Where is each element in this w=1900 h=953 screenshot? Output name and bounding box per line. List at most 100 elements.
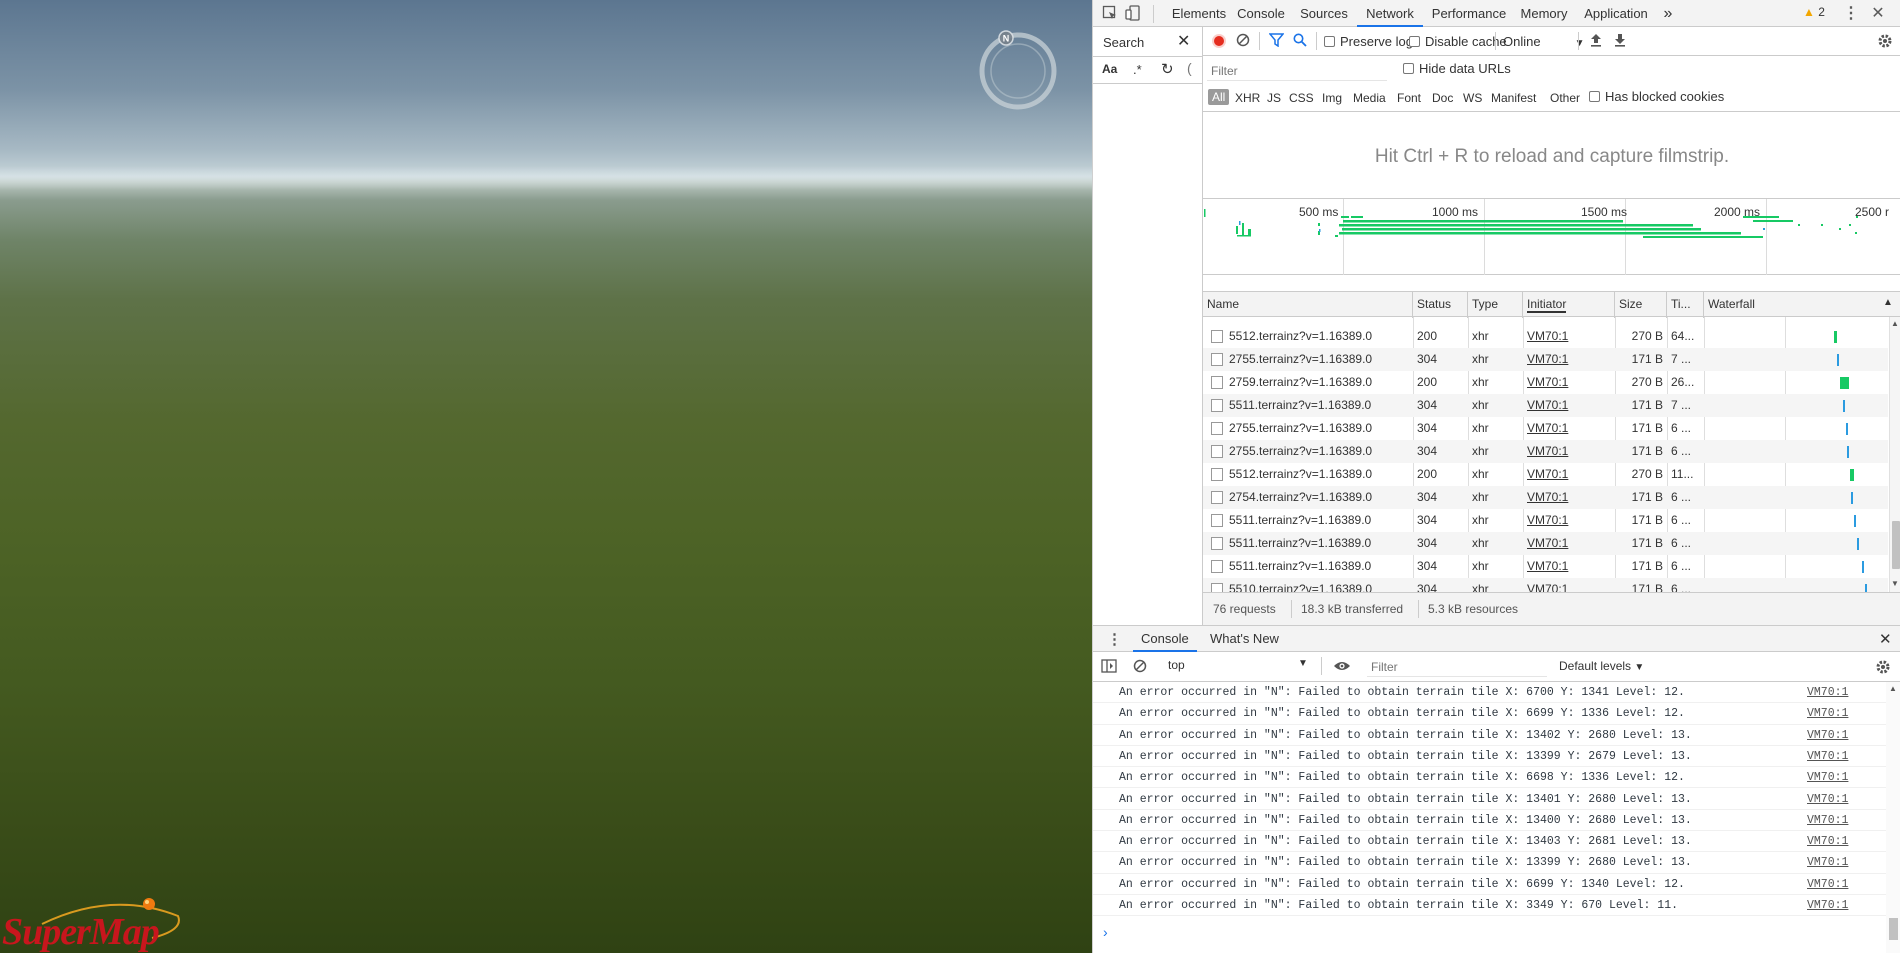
request-initiator-link[interactable]: VM70:1 [1523,555,1615,578]
table-row[interactable]: 2755.terrainz?v=1.16389.0 304 xhr VM70:1 171… [1203,417,1888,440]
request-initiator-link[interactable]: VM70:1 [1523,325,1615,348]
tab-performance[interactable]: Performance [1427,0,1511,27]
column-header-status[interactable]: Status [1413,292,1468,318]
column-header-time[interactable]: Ti... [1667,292,1704,318]
column-header-initiator[interactable]: Initiator [1523,292,1615,318]
hide-data-urls-checkbox[interactable]: Hide data URLs [1403,61,1511,76]
has-blocked-cookies-checkbox[interactable]: Has blocked cookies [1589,89,1724,104]
live-expression-eye-icon[interactable] [1333,659,1351,676]
request-initiator-link[interactable]: VM70:1 [1523,486,1615,509]
export-har-icon[interactable] [1614,33,1626,50]
device-toolbar-icon[interactable] [1124,5,1142,23]
clear-icon[interactable] [1236,33,1250,50]
console-source-link[interactable]: VM70:1 [1807,767,1848,788]
type-filter-other[interactable]: Other [1550,91,1580,105]
table-row[interactable]: 2755.terrainz?v=1.16389.0 304 xhr VM70:1 171… [1203,440,1888,463]
record-button[interactable] [1212,34,1226,48]
tab-console[interactable]: Console [1233,0,1289,27]
console-source-link[interactable]: VM70:1 [1807,746,1848,767]
table-row[interactable]: 5512.terrainz?v=1.16389.0 200 xhr VM70:1 270… [1203,325,1888,348]
tab-network[interactable]: Network [1357,0,1423,27]
table-row[interactable]: 2755.terrainz?v=1.16389.0 304 xhr VM70:1 171… [1203,348,1888,371]
javascript-context-select[interactable]: top ▼ [1168,658,1308,672]
console-message[interactable]: An error occurred in "N": Failed to obta… [1093,874,1888,895]
scroll-down-icon[interactable]: ▼ [1891,579,1899,588]
table-row[interactable]: 5511.terrainz?v=1.16389.0 304 xhr VM70:1 171… [1203,532,1888,555]
drawer-menu-icon[interactable]: ⋮ [1107,630,1122,648]
request-initiator-link[interactable]: VM70:1 [1523,532,1615,555]
requests-scroll-thumb[interactable] [1892,521,1900,569]
tab-elements[interactable]: Elements [1169,0,1229,27]
console-settings-gear-icon[interactable] [1875,659,1891,678]
table-row[interactable]: 5512.terrainz?v=1.16389.0 200 xhr VM70:1 270… [1203,463,1888,486]
tab-application[interactable]: Application [1577,0,1655,27]
regex-toggle[interactable]: .* [1133,62,1142,77]
console-source-link[interactable]: VM70:1 [1807,682,1848,703]
request-initiator-link[interactable]: VM70:1 [1523,394,1615,417]
column-header-size[interactable]: Size [1615,292,1667,318]
type-filter-ws[interactable]: WS [1463,91,1482,105]
console-message[interactable]: An error occurred in "N": Failed to obta… [1093,895,1888,917]
network-filter-input[interactable] [1207,61,1387,81]
network-overview-timeline[interactable]: 500 ms 1000 ms 1500 ms 2000 ms 2500 r [1203,199,1900,275]
type-filter-manifest[interactable]: Manifest [1491,91,1536,105]
close-search-icon[interactable]: ✕ [1177,31,1190,51]
kebab-menu-icon[interactable]: ⋮ [1842,5,1860,23]
request-initiator-link[interactable]: VM70:1 [1523,371,1615,394]
type-filter-css[interactable]: CSS [1289,91,1314,105]
refresh-search-icon[interactable]: ↻ [1161,60,1174,78]
drawer-tab-whats-new[interactable]: What's New [1202,626,1287,652]
console-message[interactable]: An error occurred in "N": Failed to obta… [1093,682,1888,704]
console-source-link[interactable]: VM70:1 [1807,895,1848,916]
tab-memory[interactable]: Memory [1515,0,1573,27]
type-filter-xhr[interactable]: XHR [1235,91,1260,105]
disable-cache-checkbox[interactable]: Disable cache [1409,34,1507,49]
more-tabs-button[interactable]: » [1659,0,1677,27]
type-filter-font[interactable]: Font [1397,91,1421,105]
clear-console-icon[interactable] [1133,659,1147,676]
console-source-link[interactable]: VM70:1 [1807,703,1848,724]
import-har-icon[interactable] [1590,33,1602,50]
console-source-link[interactable]: VM70:1 [1807,831,1848,852]
throttling-select[interactable]: Online ▼ [1503,34,1584,49]
console-message[interactable]: An error occurred in "N": Failed to obta… [1093,852,1888,874]
request-initiator-link[interactable]: VM70:1 [1523,440,1615,463]
table-row[interactable]: 5511.terrainz?v=1.16389.0 304 xhr VM70:1 171… [1203,509,1888,532]
request-initiator-link[interactable]: VM70:1 [1523,348,1615,371]
console-scroll-thumb[interactable] [1889,918,1898,940]
column-header-type[interactable]: Type [1468,292,1523,318]
close-devtools-icon[interactable]: ✕ [1869,5,1887,23]
type-filter-img[interactable]: Img [1322,91,1342,105]
console-source-link[interactable]: VM70:1 [1807,789,1848,810]
warnings-counter[interactable]: ▲ 2 [1803,5,1825,19]
console-message[interactable]: An error occurred in "N": Failed to obta… [1093,746,1888,768]
request-initiator-link[interactable]: VM70:1 [1523,417,1615,440]
table-row[interactable]: 2759.terrainz?v=1.16389.0 200 xhr VM70:1 270… [1203,371,1888,394]
column-header-waterfall[interactable]: Waterfall [1704,292,1900,318]
table-row[interactable]: 5511.terrainz?v=1.16389.0 304 xhr VM70:1 171… [1203,394,1888,417]
console-prompt[interactable]: › [1103,924,1108,940]
filter-icon[interactable] [1268,33,1285,50]
requests-table-body[interactable]: 5512.terrainz?v=1.16389.0 200 xhr VM70:1 270… [1203,317,1900,592]
scroll-up-icon[interactable]: ▲ [1891,319,1899,328]
console-message[interactable]: An error occurred in "N": Failed to obta… [1093,789,1888,810]
type-filter-media[interactable]: Media [1353,91,1386,105]
console-message[interactable]: An error occurred in "N": Failed to obta… [1093,703,1888,725]
type-filter-all[interactable]: All [1208,89,1230,105]
console-message[interactable]: An error occurred in "N": Failed to obta… [1093,725,1888,746]
table-row[interactable]: 2754.terrainz?v=1.16389.0 304 xhr VM70:1 171… [1203,486,1888,509]
console-source-link[interactable]: VM70:1 [1807,810,1848,831]
console-source-link[interactable]: VM70:1 [1807,725,1848,746]
console-scrollbar[interactable]: ▲ [1886,682,1900,953]
clear-search-icon[interactable]: ( [1187,60,1192,76]
console-message[interactable]: An error occurred in "N": Failed to obta… [1093,831,1888,853]
log-levels-select[interactable]: Default levels ▼ [1559,659,1644,673]
requests-scrollbar[interactable]: ▲ ▼ [1889,317,1900,592]
console-source-link[interactable]: VM70:1 [1807,874,1848,895]
type-filter-doc[interactable]: Doc [1432,91,1453,105]
inspect-element-icon[interactable] [1101,5,1119,23]
console-sidebar-toggle-icon[interactable] [1101,659,1117,676]
match-case-toggle[interactable]: Aa [1102,62,1117,76]
request-initiator-link[interactable]: VM70:1 [1523,509,1615,532]
type-filter-js[interactable]: JS [1267,91,1281,105]
